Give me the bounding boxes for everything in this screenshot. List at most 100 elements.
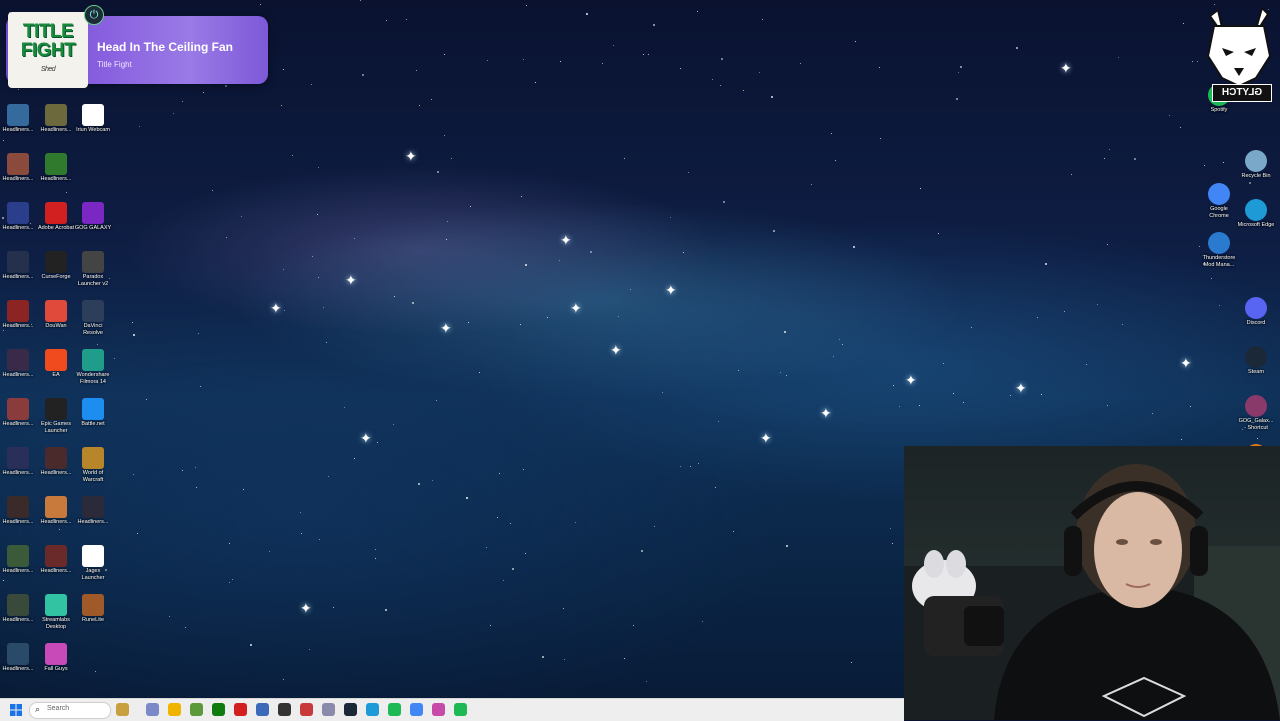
desktop-icon-label: Headliners... — [2, 176, 34, 182]
desktop-icon-gog-galax-shortcut[interactable]: GOG_Galax... - Shortcut — [1237, 395, 1275, 432]
star — [971, 327, 972, 328]
desktop-icon-label: RuneLite — [81, 617, 105, 623]
star — [203, 92, 204, 93]
star — [670, 217, 671, 218]
taskbar-spotify-2-icon[interactable] — [454, 703, 467, 716]
desktop-icon-runelite[interactable]: RuneLite — [74, 594, 112, 624]
taskbar-file-explorer-icon[interactable] — [168, 703, 181, 716]
desktop-icon-jagex-launcher[interactable]: Jagex Launcher — [74, 545, 112, 582]
taskbar-discord-active-icon[interactable] — [432, 703, 445, 716]
desktop-icon-headliners[interactable]: Headliners... — [37, 153, 75, 183]
desktop-icon-headliners[interactable]: Headliners... — [0, 643, 37, 673]
desktop-icon-headliners[interactable]: Headliners... — [0, 545, 37, 575]
star — [317, 214, 318, 215]
desktop-icon-fall-guys[interactable]: Fall Guys — [37, 643, 75, 673]
desktop-icon-adobe-acrobat[interactable]: Adobe Acrobat — [37, 202, 75, 232]
desktop-icon-headliners[interactable]: Headliners... — [37, 496, 75, 526]
desktop-icon-headliners[interactable]: Headliners... — [0, 104, 37, 134]
desktop-icon-google-chrome[interactable]: Google Chrome — [1200, 183, 1238, 220]
star — [499, 473, 500, 474]
power-icon[interactable]: ⏻ — [84, 5, 104, 25]
desktop-icon-label: CurseForge — [41, 274, 71, 280]
desktop-icon-headliners[interactable]: Headliners... — [0, 300, 37, 330]
taskbar-pinned-app-8-icon[interactable] — [278, 703, 291, 716]
desktop-icon-curseforge[interactable]: CurseForge — [37, 251, 75, 281]
taskbar-pinned-app-1-icon[interactable] — [116, 703, 129, 716]
desktop-icon-recycle-bin[interactable]: Recycle Bin — [1237, 150, 1275, 180]
windows-start-icon[interactable] — [10, 704, 22, 716]
desktop-icon-headliners[interactable]: Headliners... — [0, 496, 37, 526]
desktop-icon-thunderstore-mod-mana[interactable]: Thunderstore Mod Mana... — [1200, 232, 1238, 269]
desktop-icon-steam[interactable]: Steam — [1237, 346, 1275, 376]
desktop-icon-douwan[interactable]: DouWan — [37, 300, 75, 330]
star — [662, 392, 663, 393]
desktop-icon-iriun-webcam[interactable]: Iriun Webcam — [74, 104, 112, 134]
taskbar-search-box[interactable]: ⌕ Search — [29, 702, 111, 719]
desktop-icon-headliners[interactable]: Headliners... — [0, 447, 37, 477]
taskbar-pinned-app-2-icon[interactable] — [146, 703, 159, 716]
desktop-icon-battle-net[interactable]: Battle.net — [74, 398, 112, 428]
desktop-icon-headliners[interactable]: Headliners... — [0, 202, 37, 232]
epic-games-launcher-icon — [45, 398, 67, 420]
taskbar-pinned-app-9-icon[interactable] — [300, 703, 313, 716]
desktop-icon-microsoft-edge[interactable]: Microsoft Edge — [1237, 199, 1275, 229]
taskbar-pinned-app-7-icon[interactable] — [256, 703, 269, 716]
desktop-icon-headliners[interactable]: Headliners... — [37, 447, 75, 477]
star — [319, 539, 320, 540]
taskbar-edge-icon[interactable] — [366, 703, 379, 716]
desktop-icon-label: Headliners... — [2, 617, 34, 623]
desktop-icon-label: Headliners... — [2, 225, 34, 231]
taskbar-xbox-icon[interactable] — [212, 703, 225, 716]
desktop-icon-headliners[interactable]: Headliners... — [37, 545, 75, 575]
taskbar: ⌕ Search — [0, 698, 904, 721]
taskbar-spotify-icon[interactable] — [388, 703, 401, 716]
star — [354, 238, 355, 239]
desktop-icon-world-of-warcraft[interactable]: World of Warcraft — [74, 447, 112, 484]
taskbar-chrome-icon[interactable] — [410, 703, 423, 716]
taskbar-steam-icon[interactable] — [344, 703, 357, 716]
star — [133, 474, 134, 475]
star — [486, 547, 487, 548]
star — [712, 79, 713, 80]
desktop-icon-headliners[interactable]: Headliners... — [74, 496, 112, 526]
desktop-icon-epic-games-launcher[interactable]: Epic Games Launcher — [37, 398, 75, 435]
taskbar-pinned-app-10-icon[interactable] — [322, 703, 335, 716]
star — [362, 74, 364, 76]
star — [680, 68, 681, 69]
star — [182, 101, 183, 102]
star — [780, 372, 781, 373]
star — [890, 528, 891, 529]
star — [586, 13, 588, 15]
desktop-icon-wondershare-filmora-14[interactable]: Wondershare Filmora 14 — [74, 349, 112, 386]
desktop-icon-paradox-launcher-v2[interactable]: Paradox Launcher v2 — [74, 251, 112, 288]
star — [66, 192, 67, 193]
taskbar-minecraft-icon[interactable] — [190, 703, 203, 716]
desktop-icon-headliners[interactable]: Headliners... — [0, 251, 37, 281]
desktop-icon-headliners[interactable]: Headliners... — [0, 153, 37, 183]
sparkle-star: ✦ — [360, 430, 372, 446]
star — [535, 82, 536, 83]
star — [855, 41, 856, 42]
star — [436, 400, 437, 401]
desktop-icon-headliners[interactable]: Headliners... — [0, 594, 37, 624]
desktop-icon-davinci-resolve[interactable]: DaVinci Resolve — [74, 300, 112, 337]
star — [1183, 23, 1184, 24]
headliners-icon — [7, 545, 29, 567]
desktop-icon-streamlabs-desktop[interactable]: Streamlabs Desktop — [37, 594, 75, 631]
headliners-icon — [7, 398, 29, 420]
taskbar-adobe-icon[interactable] — [234, 703, 247, 716]
desktop-icon-label: Headliners... — [40, 568, 72, 574]
star — [563, 608, 564, 609]
desktop-icon-discord[interactable]: Discord — [1237, 297, 1275, 327]
desktop-icon-label: Headliners... — [40, 470, 72, 476]
desktop-icon-headliners[interactable]: Headliners... — [0, 349, 37, 379]
desktop-icon-gog-galaxy[interactable]: GOG GALAXY — [74, 202, 112, 232]
desktop-icon-ea[interactable]: EA — [37, 349, 75, 379]
star — [641, 550, 643, 552]
star — [431, 99, 432, 100]
star — [375, 558, 376, 559]
star — [654, 526, 655, 527]
star — [311, 84, 312, 85]
desktop-icon-headliners[interactable]: Headliners... — [37, 104, 75, 134]
desktop-icon-headliners[interactable]: Headliners... — [0, 398, 37, 428]
